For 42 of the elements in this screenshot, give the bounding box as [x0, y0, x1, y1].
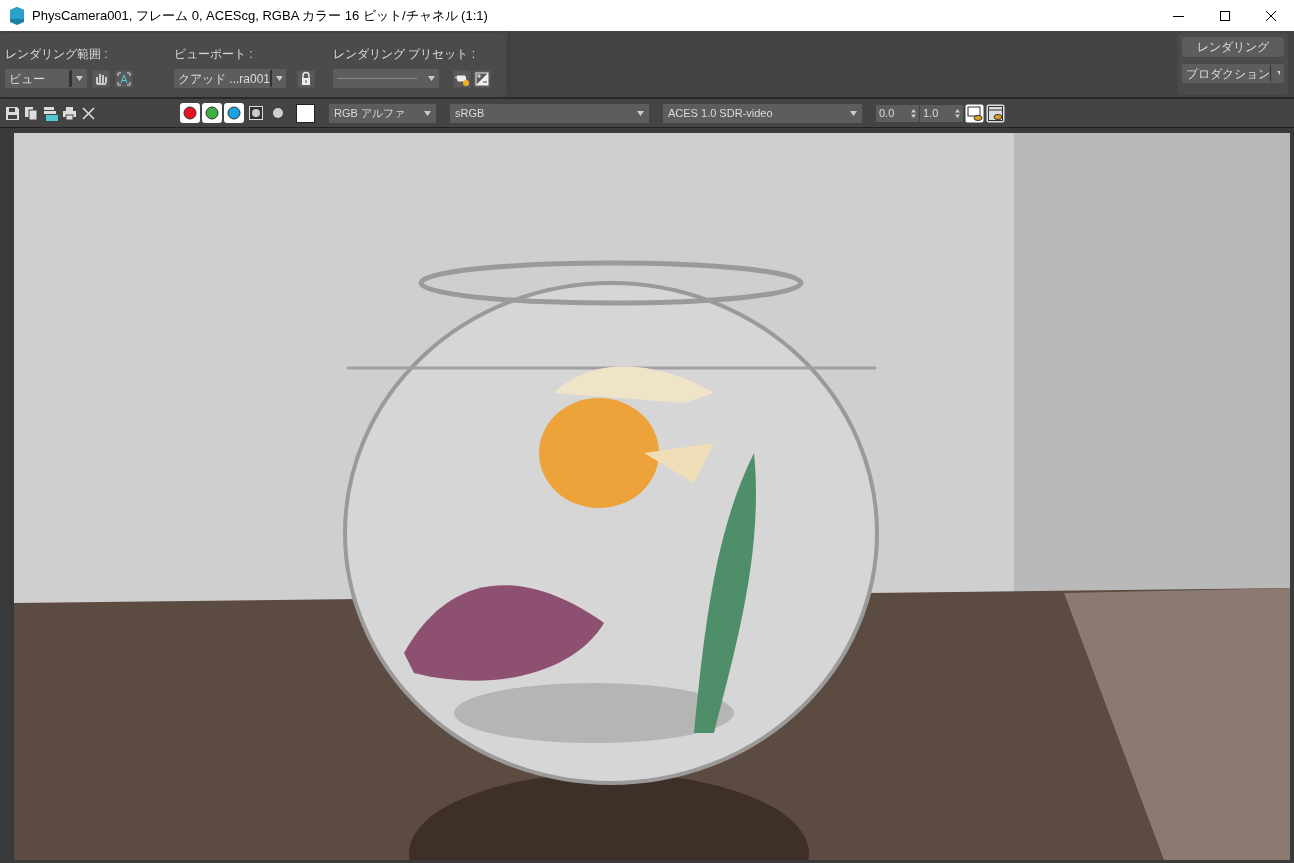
viewport-label: ビューポート : [174, 46, 254, 63]
spinner-field[interactable]: 0.0 [876, 104, 919, 122]
dot-icon [272, 107, 284, 119]
spinner-arrows-icon[interactable] [911, 108, 916, 118]
hand-icon[interactable] [92, 69, 110, 88]
channel-toggle[interactable] [202, 103, 222, 123]
window-eye-icon[interactable] [986, 103, 1005, 123]
save-icon[interactable] [5, 105, 20, 121]
alpha-toggle[interactable] [246, 103, 266, 123]
render-area-label: レンダリング範囲 : [5, 46, 109, 63]
maximize-icon[interactable] [1219, 9, 1231, 22]
app-icon [9, 6, 25, 25]
caret-icon[interactable] [637, 110, 644, 116]
caret-icon[interactable] [850, 110, 857, 116]
render-button[interactable]: レンダリング [1182, 37, 1284, 57]
monitor-eye-icon[interactable] [965, 103, 984, 123]
copy-icon[interactable] [24, 105, 39, 121]
clone-window-icon[interactable] [43, 105, 58, 121]
spinner-field[interactable]: 1.0 [920, 104, 963, 122]
color-space-dropdown[interactable]: sRGB [450, 103, 649, 123]
caret-icon[interactable] [276, 76, 282, 81]
caret-icon[interactable] [76, 76, 83, 81]
clear-icon[interactable] [81, 105, 96, 121]
render-area-dropdown[interactable]: ビュー [5, 69, 87, 88]
print-icon[interactable] [62, 105, 77, 121]
preset-label: レンダリング プリセット : [333, 46, 476, 63]
caret-icon[interactable] [1277, 71, 1280, 76]
caret-icon[interactable] [428, 76, 435, 81]
exposure-icon[interactable] [473, 69, 491, 88]
view-transform-dropdown[interactable]: ACES 1.0 SDR-video [663, 103, 862, 123]
lock-icon[interactable] [297, 69, 315, 88]
window-title: PhysCamera001, フレーム 0, ACEScg, RGBA カラー 16 ビット/チャネル (1:1) [32, 6, 488, 25]
channel-display-dropdown[interactable]: RGB アルファ [329, 103, 436, 123]
close-icon[interactable] [1265, 9, 1277, 22]
caret-icon[interactable] [424, 110, 431, 116]
render-mode-dropdown[interactable]: プロダクション [1182, 64, 1284, 83]
channel-toggle[interactable] [224, 103, 244, 123]
viewport-dropdown[interactable]: クアッド ...ra001 [174, 69, 286, 88]
auto-region-icon[interactable] [115, 69, 133, 88]
channel-toggle[interactable] [180, 103, 200, 123]
background-swatch[interactable] [296, 103, 315, 123]
spinner-arrows-icon[interactable] [955, 108, 960, 118]
